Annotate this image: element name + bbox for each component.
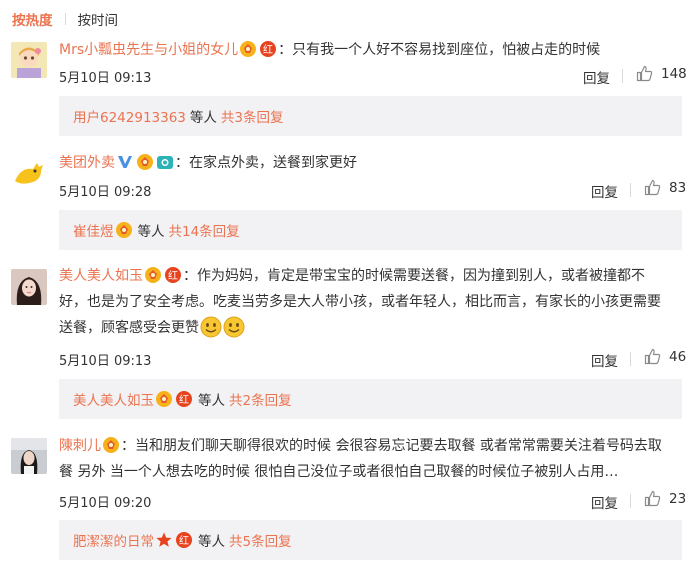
reply-button[interactable]: 回复 [591,350,618,370]
reply-user-link[interactable]: 肥潔潔的日常 [73,530,154,550]
red-badge-icon: 红 [164,266,182,284]
reply-summary-box: 崔佳煜 等人 共14条回复 [59,210,682,250]
like-button[interactable]: 23 [644,490,686,507]
vip-icon [136,153,154,171]
like-button[interactable]: 83 [644,179,686,196]
like-count: 148 [661,65,687,82]
sort-by-time-tab[interactable]: 按时间 [78,9,119,29]
smile-emoji-icon [200,316,222,338]
sort-bar: 按热度 按时间 [12,9,119,29]
avatar[interactable] [11,155,47,191]
like-count: 23 [669,490,687,507]
comment-timestamp: 5月10日 09:20 [59,496,152,511]
comment-text: 美团外卖 ：在家点外卖，送餐到家更好 [59,153,357,171]
camera-badge-icon [156,153,174,171]
reply-user-link[interactable]: 崔佳煜 [73,220,114,240]
star-icon [155,531,173,549]
reply-summary-box: 美人美人如玉 红 等人 共2条回复 [59,379,682,419]
red-badge-icon: 红 [175,531,193,549]
sort-by-hot-tab[interactable]: 按热度 [12,9,53,29]
comment-timestamp: 5月10日 09:28 [59,185,152,200]
divider [622,69,623,83]
comment-timestamp: 5月10日 09:13 [59,71,152,86]
reply-user-link[interactable]: 美人美人如玉 [73,389,154,409]
username-link[interactable]: 美人美人如玉 [59,268,143,284]
svg-text:红: 红 [179,393,189,406]
svg-text:红: 红 [179,534,189,547]
like-button[interactable]: 46 [644,348,686,365]
view-replies-link[interactable]: 共14条回复 [169,220,240,240]
like-count: 46 [669,348,687,365]
verified-icon [117,154,133,170]
comment-body-line: 当和朋友们聊天聊得很欢的时候 会很容易忘记要去取餐 或者常常需要关注着号码去取 [135,438,662,454]
avatar[interactable] [11,42,47,78]
reply-button[interactable]: 回复 [591,492,618,512]
vip-icon [144,266,162,284]
view-replies-link[interactable]: 共2条回复 [229,389,292,409]
reply-button[interactable]: 回复 [591,181,618,201]
red-badge-icon: 红 [175,390,193,408]
comment-body: 只有我一个人好不容易找到座位，怕被占走的时候 [292,42,601,58]
reply-summary-box: 肥潔潔的日常 红 等人 共5条回复 [59,520,682,560]
comment-body-line: 送餐，顾客感受会更赞 [59,320,199,336]
thumbs-up-icon [644,348,661,365]
divider [630,494,631,508]
divider [64,13,66,25]
thumbs-up-icon [636,65,653,82]
thumbs-up-icon [644,490,661,507]
comment-timestamp: 5月10日 09:13 [59,354,152,369]
divider [630,352,631,366]
reply-user-link[interactable]: 用户6242913363 [73,106,186,126]
svg-text:红: 红 [263,43,273,56]
like-count: 83 [669,179,687,196]
divider [630,183,631,197]
view-replies-link[interactable]: 共3条回复 [221,106,284,126]
vip-icon [115,221,133,239]
comment-text: 美人美人如玉红：作为妈妈，肯定是带宝宝的时候需要送餐，因为撞到别人，或者被撞都不… [59,263,688,341]
comment-body: 在家点外卖，送餐到家更好 [189,155,357,171]
comment-body-line: 餐 另外 当一个人想去吃的时候 很怕自己没位子或者很怕自己取餐的时候位子被别人占… [59,464,619,480]
like-button[interactable]: 148 [636,65,687,82]
username-link[interactable]: 陳刺儿 [59,438,101,454]
comment-text: 陳刺儿 ：当和朋友们聊天聊得很欢的时候 会很容易忘记要去取餐 或者常常需要关注着号… [59,433,688,485]
svg-text:红: 红 [168,269,178,282]
vip-icon [155,390,173,408]
smile-emoji-icon [223,316,245,338]
avatar[interactable] [11,269,47,305]
comment-body-line: 好，也是为了安全考虑。吃麦当劳多是大人带小孩，或者年轻人，相比而言，有家长的小孩… [59,294,661,310]
username-link[interactable]: Mrs小瓢虫先生与小姐的女儿 [59,42,238,58]
vip-icon [102,436,120,454]
comment-body-line: 作为妈妈，肯定是带宝宝的时候需要送餐，因为撞到别人，或者被撞都不 [197,268,645,284]
comment-text: Mrs小瓢虫先生与小姐的女儿红：只有我一个人好不容易找到座位，怕被占走的时候 [59,40,601,58]
username-link[interactable]: 美团外卖 [59,155,115,171]
view-replies-link[interactable]: 共5条回复 [229,530,292,550]
avatar[interactable] [11,438,47,474]
red-badge-icon: 红 [259,40,277,58]
vip-icon [239,40,257,58]
reply-button[interactable]: 回复 [583,67,610,87]
reply-summary-box: 用户6242913363 等人 共3条回复 [59,96,682,136]
thumbs-up-icon [644,179,661,196]
